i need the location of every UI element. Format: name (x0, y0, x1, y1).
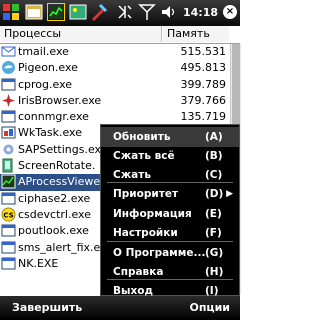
menu-item-label: Настройки (113, 227, 178, 239)
column-header-memory[interactable]: Память (163, 26, 229, 42)
process-name: ScreenRotate. (18, 159, 96, 173)
window-icon (1, 240, 16, 255)
menu-item-label: Информация (113, 208, 192, 220)
menu-item-label: О Программе... (113, 247, 206, 259)
column-header-processes[interactable]: Процессы (0, 26, 162, 42)
menu-item-shortcut: (A) (205, 131, 223, 143)
tools-icon[interactable] (90, 3, 108, 21)
pigeon-icon (1, 60, 16, 75)
calendar-icon[interactable] (25, 3, 43, 21)
connectivity-icon[interactable] (115, 3, 133, 21)
process-name: Pigeon.exe (18, 61, 78, 75)
window-icon (1, 256, 16, 271)
process-name: SAPSettings.exe (18, 142, 108, 156)
process-memory: 515.531 (180, 45, 227, 58)
cs-icon: CS (1, 207, 16, 222)
window-icon (1, 191, 16, 206)
close-icon[interactable]: × (223, 5, 237, 19)
submenu-arrow-icon: ▶ (226, 189, 233, 199)
menu-item[interactable]: Приоритет (D) ▶ (101, 184, 239, 204)
process-memory: 379.766 (180, 93, 227, 107)
menu-item-shortcut: (B) (205, 150, 223, 162)
window-icon (1, 77, 16, 92)
image-icon[interactable] (69, 3, 87, 21)
status-bar: 14:18 × (0, 0, 240, 26)
process-name: IrisBrowser.exe (18, 93, 102, 107)
signal-icon[interactable] (138, 3, 156, 21)
volume-icon[interactable] (160, 3, 178, 21)
process-name: poutlook.exe (18, 224, 89, 238)
process-row[interactable]: IrisBrowser.exe 379.766 (0, 93, 230, 109)
menu-separator (107, 182, 233, 183)
window-icon (1, 223, 16, 238)
menu-item-shortcut: (F) (205, 227, 222, 239)
menu-item-shortcut: (D) (205, 188, 224, 200)
app-icon (1, 174, 16, 189)
process-memory: 135.719 (180, 110, 227, 124)
process-name: ciphase2.exe (18, 191, 91, 205)
menu-item[interactable]: О Программе... (G) (101, 243, 239, 263)
process-name: cprog.exe (18, 77, 73, 91)
options-softkey[interactable]: Опции (189, 301, 230, 314)
process-memory: 495.813 (180, 61, 227, 75)
settings-icon (1, 142, 16, 157)
process-row[interactable]: cprog.exe 399.789 (0, 77, 230, 93)
process-name: csdevctrl.exe (18, 207, 91, 221)
menu-item-shortcut: (E) (205, 208, 222, 220)
start-icon[interactable] (2, 3, 20, 21)
menu-item[interactable]: Сжать всё (B) (101, 146, 239, 166)
menu-item-label: Приоритет (113, 188, 179, 200)
menu-separator (107, 279, 233, 280)
rotate-icon (1, 158, 16, 173)
menu-item[interactable]: Обновить (A) (101, 127, 239, 147)
svg-text:CS: CS (3, 211, 13, 219)
iris-icon (1, 93, 16, 108)
context-menu: Обновить (A) Сжать всё (B) Сжать (C) Приоритет… (100, 124, 240, 297)
menu-item-label: Сжать всё (113, 150, 175, 162)
menu-item-label: Обновить (113, 131, 171, 143)
process-name: connmgr.exe (18, 110, 89, 124)
process-name: AProcessViewer (18, 175, 105, 189)
column-header: Процессы Память (0, 26, 240, 44)
end-process-softkey[interactable]: Завершить (12, 301, 82, 314)
process-memory: 399.789 (180, 77, 227, 91)
process-viewer-icon[interactable] (47, 3, 65, 21)
process-row[interactable]: Pigeon.exe 495.813 (0, 60, 230, 76)
process-name: NK.EXE (18, 256, 59, 270)
process-name: sms_alert_fix.e (18, 240, 101, 254)
menu-item-shortcut: (G) (205, 247, 224, 259)
task-icon (1, 125, 16, 140)
softkey-bar: Завершить Опции (0, 296, 240, 320)
mail-icon (1, 44, 16, 59)
window-icon (1, 109, 16, 124)
clock[interactable]: 14:18 (183, 6, 218, 19)
menu-item[interactable]: Настройки (F) (101, 223, 239, 243)
process-row[interactable]: tmail.exe 515.531 (0, 44, 230, 60)
menu-separator (107, 241, 233, 242)
process-name: tmail.exe (18, 45, 69, 58)
process-name: WkTask.exe (18, 126, 82, 140)
menu-item[interactable]: Информация (E) (101, 204, 239, 224)
